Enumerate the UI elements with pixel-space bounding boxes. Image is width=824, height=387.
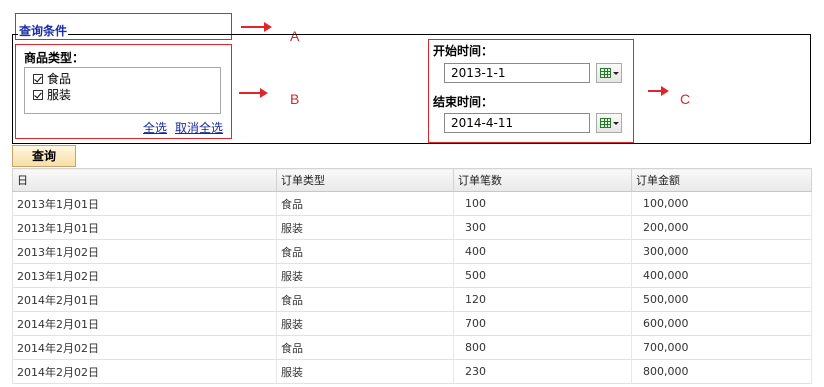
- category-option-clothing[interactable]: 服装: [33, 86, 71, 103]
- dropdown-caret-icon: [612, 121, 619, 125]
- cell-date: 2013年1月01日: [12, 215, 277, 240]
- annotation-arrow-c: [648, 86, 669, 96]
- table-row[interactable]: 2014年2月02日 食品 800 700,000: [12, 335, 812, 360]
- category-label: 商品类型：: [24, 51, 85, 65]
- cell-order-count: 300: [453, 215, 632, 240]
- annotation-label-c: C: [680, 91, 691, 107]
- column-header-order-count[interactable]: 订单笔数: [453, 168, 632, 192]
- cell-order-count: 700: [453, 311, 632, 336]
- cell-date: 2014年2月01日: [12, 287, 277, 312]
- cell-order-amount: 300,000: [631, 239, 812, 264]
- cell-date: 2013年1月01日: [12, 191, 277, 216]
- cell-order-amount: 600,000: [631, 311, 812, 336]
- cell-order-type: 食品: [276, 335, 454, 360]
- cell-date: 2013年1月02日: [12, 239, 277, 264]
- cell-order-type: 食品: [276, 287, 454, 312]
- cell-order-type: 服装: [276, 263, 454, 288]
- end-date-input[interactable]: 2014-4-11: [444, 113, 590, 133]
- column-header-order-amount[interactable]: 订单金额: [631, 168, 812, 192]
- cell-date: 2014年2月02日: [12, 359, 277, 384]
- cell-order-type: 食品: [276, 191, 454, 216]
- orders-table: 日 订单类型 订单笔数 订单金额 2013年1月01日 食品 100 100,0…: [12, 168, 812, 384]
- cell-order-count: 400: [453, 239, 632, 264]
- cell-order-amount: 500,000: [631, 287, 812, 312]
- table-row[interactable]: 2013年1月02日 食品 400 300,000: [12, 239, 812, 264]
- table-row[interactable]: 2013年1月02日 服装 500 400,000: [12, 263, 812, 288]
- annotation-label-b: B: [290, 91, 300, 107]
- start-time-label: 开始时间：: [433, 44, 494, 58]
- cell-order-amount: 400,000: [631, 263, 812, 288]
- table-row[interactable]: 2013年1月01日 食品 100 100,000: [12, 191, 812, 216]
- annotation-arrow-a: [241, 22, 272, 32]
- cell-date: 2014年2月01日: [12, 311, 277, 336]
- cell-order-count: 120: [453, 287, 632, 312]
- table-header-row: 日 订单类型 订单笔数 订单金额: [12, 168, 812, 192]
- cell-order-amount: 800,000: [631, 359, 812, 384]
- column-header-order-type[interactable]: 订单类型: [276, 168, 454, 192]
- annotation-arrow-b: [239, 88, 268, 98]
- cell-date: 2013年1月02日: [12, 263, 277, 288]
- cell-date: 2014年2月02日: [12, 335, 277, 360]
- table-row[interactable]: 2014年2月01日 食品 120 500,000: [12, 287, 812, 312]
- query-conditions-legend: 查询条件: [18, 22, 69, 39]
- cell-order-amount: 100,000: [631, 191, 812, 216]
- query-button[interactable]: 查询: [12, 145, 76, 167]
- cell-order-type: 服装: [276, 311, 454, 336]
- table-row[interactable]: 2014年2月02日 服装 230 800,000: [12, 359, 812, 384]
- cell-order-count: 500: [453, 263, 632, 288]
- cell-order-amount: 700,000: [631, 335, 812, 360]
- cell-order-type: 服装: [276, 359, 454, 384]
- column-header-date[interactable]: 日: [12, 168, 277, 192]
- select-all-link[interactable]: 全选: [143, 119, 167, 136]
- deselect-all-link[interactable]: 取消全选: [175, 119, 223, 136]
- clothing-option-label: 服装: [47, 88, 72, 102]
- cell-order-amount: 200,000: [631, 215, 812, 240]
- clothing-checkbox[interactable]: [33, 89, 43, 100]
- category-listbox[interactable]: 食品 服装: [24, 67, 221, 114]
- dropdown-caret-icon: [612, 71, 619, 75]
- cell-order-type: 服装: [276, 215, 454, 240]
- end-time-label: 结束时间：: [433, 95, 494, 109]
- calendar-icon: [599, 68, 611, 78]
- cell-order-count: 100: [453, 191, 632, 216]
- category-option-food[interactable]: 食品: [33, 70, 71, 87]
- start-date-picker-button[interactable]: [596, 63, 622, 83]
- food-checkbox[interactable]: [33, 73, 43, 84]
- food-option-label: 食品: [47, 72, 72, 86]
- calendar-icon: [599, 118, 611, 128]
- end-date-picker-button[interactable]: [596, 113, 622, 133]
- table-row[interactable]: 2014年2月01日 服装 700 600,000: [12, 311, 812, 336]
- cell-order-count: 800: [453, 335, 632, 360]
- cell-order-type: 食品: [276, 239, 454, 264]
- cell-order-count: 230: [453, 359, 632, 384]
- table-body: 2013年1月01日 食品 100 100,000 2013年1月01日 服装 …: [12, 191, 812, 384]
- start-date-input[interactable]: 2013-1-1: [444, 63, 590, 83]
- table-row[interactable]: 2013年1月01日 服装 300 200,000: [12, 215, 812, 240]
